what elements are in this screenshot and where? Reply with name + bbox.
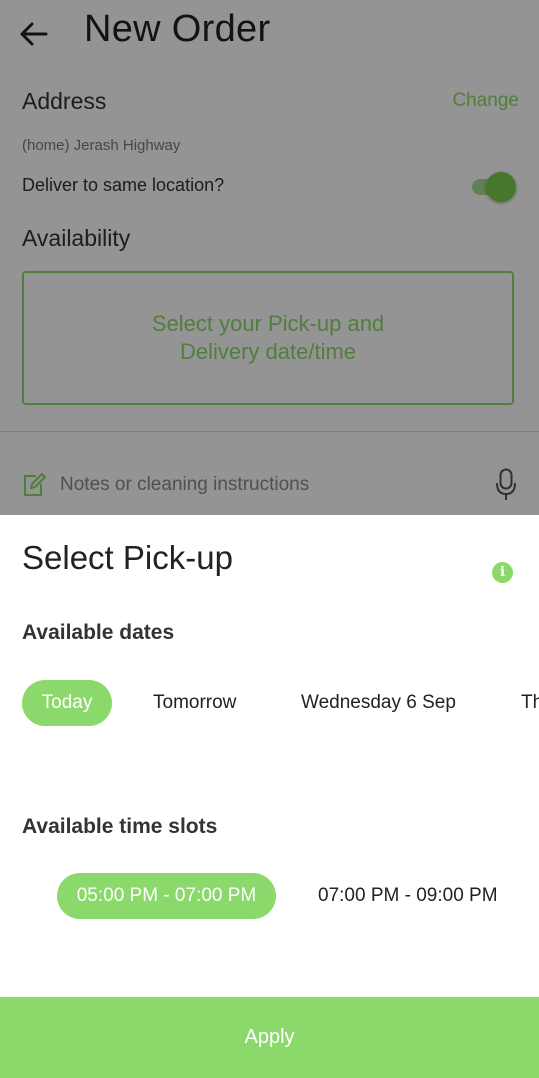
slots-row: 05:00 PM - 07:00 PM 07:00 PM - 09:00 PM	[0, 873, 539, 919]
sheet-title: Select Pick-up	[22, 539, 233, 576]
slot-chip-5pm[interactable]: 05:00 PM - 07:00 PM	[57, 873, 276, 919]
date-chip-thursday[interactable]: Th	[521, 680, 539, 726]
dates-row[interactable]: Today Tomorrow Wednesday 6 Sep Th	[22, 680, 539, 726]
available-dates-label: Available dates	[22, 621, 175, 644]
slot-chip-7pm[interactable]: 07:00 PM - 09:00 PM	[318, 873, 498, 919]
pickup-bottom-sheet: Select Pick-up i Available dates Today T…	[0, 515, 539, 1078]
date-chip-tomorrow[interactable]: Tomorrow	[153, 680, 236, 726]
info-icon[interactable]: i	[492, 562, 513, 583]
date-chip-wednesday[interactable]: Wednesday 6 Sep	[301, 680, 456, 726]
date-chip-today[interactable]: Today	[22, 680, 112, 726]
apply-button[interactable]: Apply	[0, 997, 539, 1078]
available-slots-label: Available time slots	[22, 815, 218, 838]
